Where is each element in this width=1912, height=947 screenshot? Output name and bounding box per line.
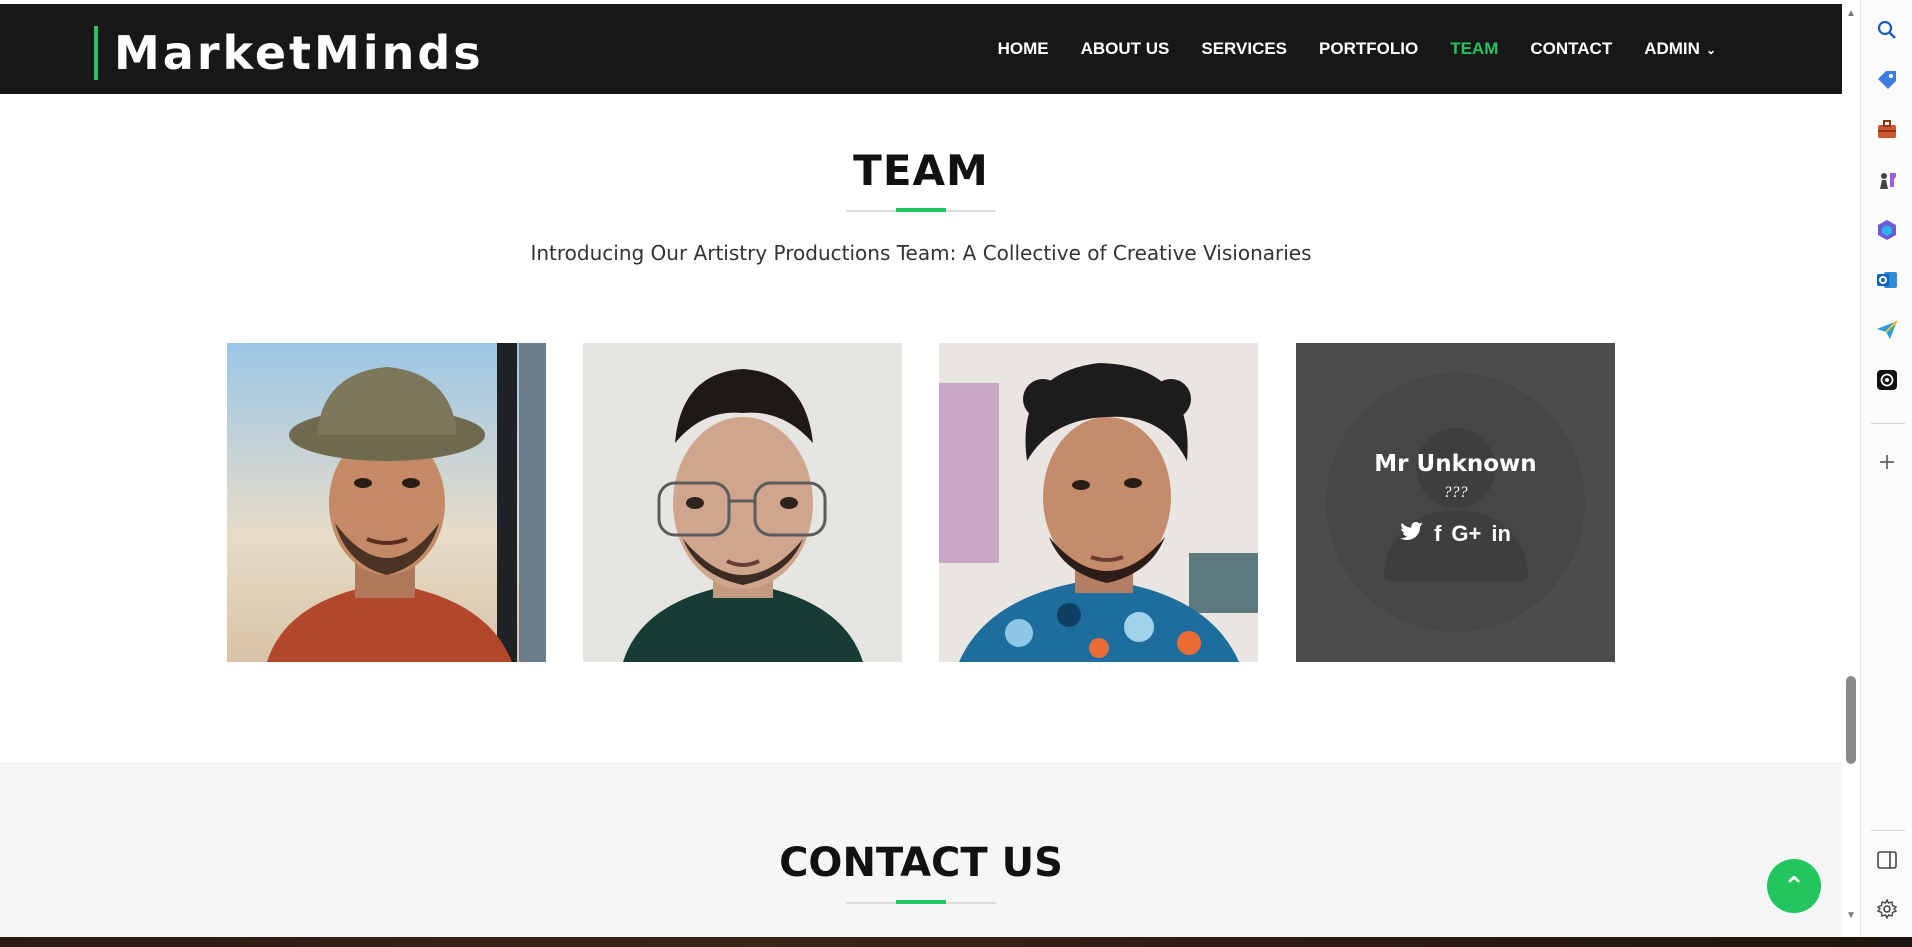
sidebar-divider [1871,830,1905,831]
team-member-card-unknown[interactable]: Mr Unknown ??? f G+ in [1296,343,1615,662]
contact-title-divider [846,900,996,904]
divider-accent [896,208,946,212]
tools-briefcase-icon[interactable] [1875,118,1899,142]
photo-curly-hair [939,343,1258,662]
facebook-icon[interactable]: f [1434,521,1441,549]
linkedin-icon[interactable]: in [1491,521,1511,549]
nav-services[interactable]: SERVICES [1185,37,1303,62]
outlook-icon[interactable] [1875,268,1899,292]
team-title-divider [846,208,996,212]
team-section-title: TEAM [853,146,989,195]
os-taskbar-strip [0,937,1912,947]
nav-contact[interactable]: CONTACT [1514,37,1628,62]
page-scrollbar[interactable]: ▲ ▼ [1842,0,1860,937]
nav-admin-dropdown[interactable]: ADMIN ⌄ [1628,37,1732,62]
photo-glasses [583,343,902,662]
sidebar-divider [1871,423,1905,424]
nav-team[interactable]: TEAM [1434,37,1514,62]
browser-sidebar [1860,0,1912,937]
contact-section-title: CONTACT US [779,840,1063,886]
split-screen-icon[interactable] [1875,848,1899,872]
team-subtitle: Introducing Our Artistry Productions Tea… [530,241,1312,265]
nav-portfolio[interactable]: PORTFOLIO [1303,37,1434,62]
nav-admin-label: ADMIN [1644,39,1700,58]
scroll-down-arrow-icon[interactable]: ▼ [1846,910,1856,921]
member-name: Mr Unknown [1374,451,1537,477]
divider-accent [896,900,946,904]
scroll-up-arrow-icon[interactable]: ▲ [1846,8,1856,19]
search-icon[interactable] [1875,18,1899,42]
twitter-icon[interactable] [1400,521,1424,549]
back-to-top-button[interactable]: ⌃ [1767,859,1821,913]
nav-about-us[interactable]: ABOUT US [1065,37,1186,62]
scrollbar-thumb[interactable] [1846,676,1856,764]
nav-home[interactable]: HOME [982,37,1065,62]
team-member-card[interactable] [583,343,902,662]
member-social-links: f G+ in [1296,521,1615,549]
brand-logo[interactable]: MarketMinds [94,26,484,80]
gear-icon[interactable] [1875,897,1899,921]
microsoft-365-icon[interactable] [1875,218,1899,242]
send-plane-icon[interactable] [1875,318,1899,342]
team-member-card[interactable] [939,343,1258,662]
chatgpt-icon[interactable] [1875,368,1899,392]
chevron-down-icon: ⌄ [1705,43,1716,57]
main-nav: HOME ABOUT US SERVICES PORTFOLIO TEAM CO… [982,37,1732,62]
navbar: MarketMinds HOME ABOUT US SERVICES PORTF… [0,4,1842,94]
team-member-card[interactable] [227,343,546,662]
games-chess-icon[interactable] [1875,168,1899,192]
add-plus-icon[interactable] [1875,450,1899,474]
photo-bucket-hat [227,343,546,662]
page-viewport: MarketMinds HOME ABOUT US SERVICES PORTF… [0,0,1842,937]
google-plus-icon[interactable]: G+ [1451,521,1481,549]
member-role: ??? [1443,484,1468,501]
shopping-tag-icon[interactable] [1875,68,1899,92]
chevron-up-icon: ⌃ [1783,871,1805,901]
